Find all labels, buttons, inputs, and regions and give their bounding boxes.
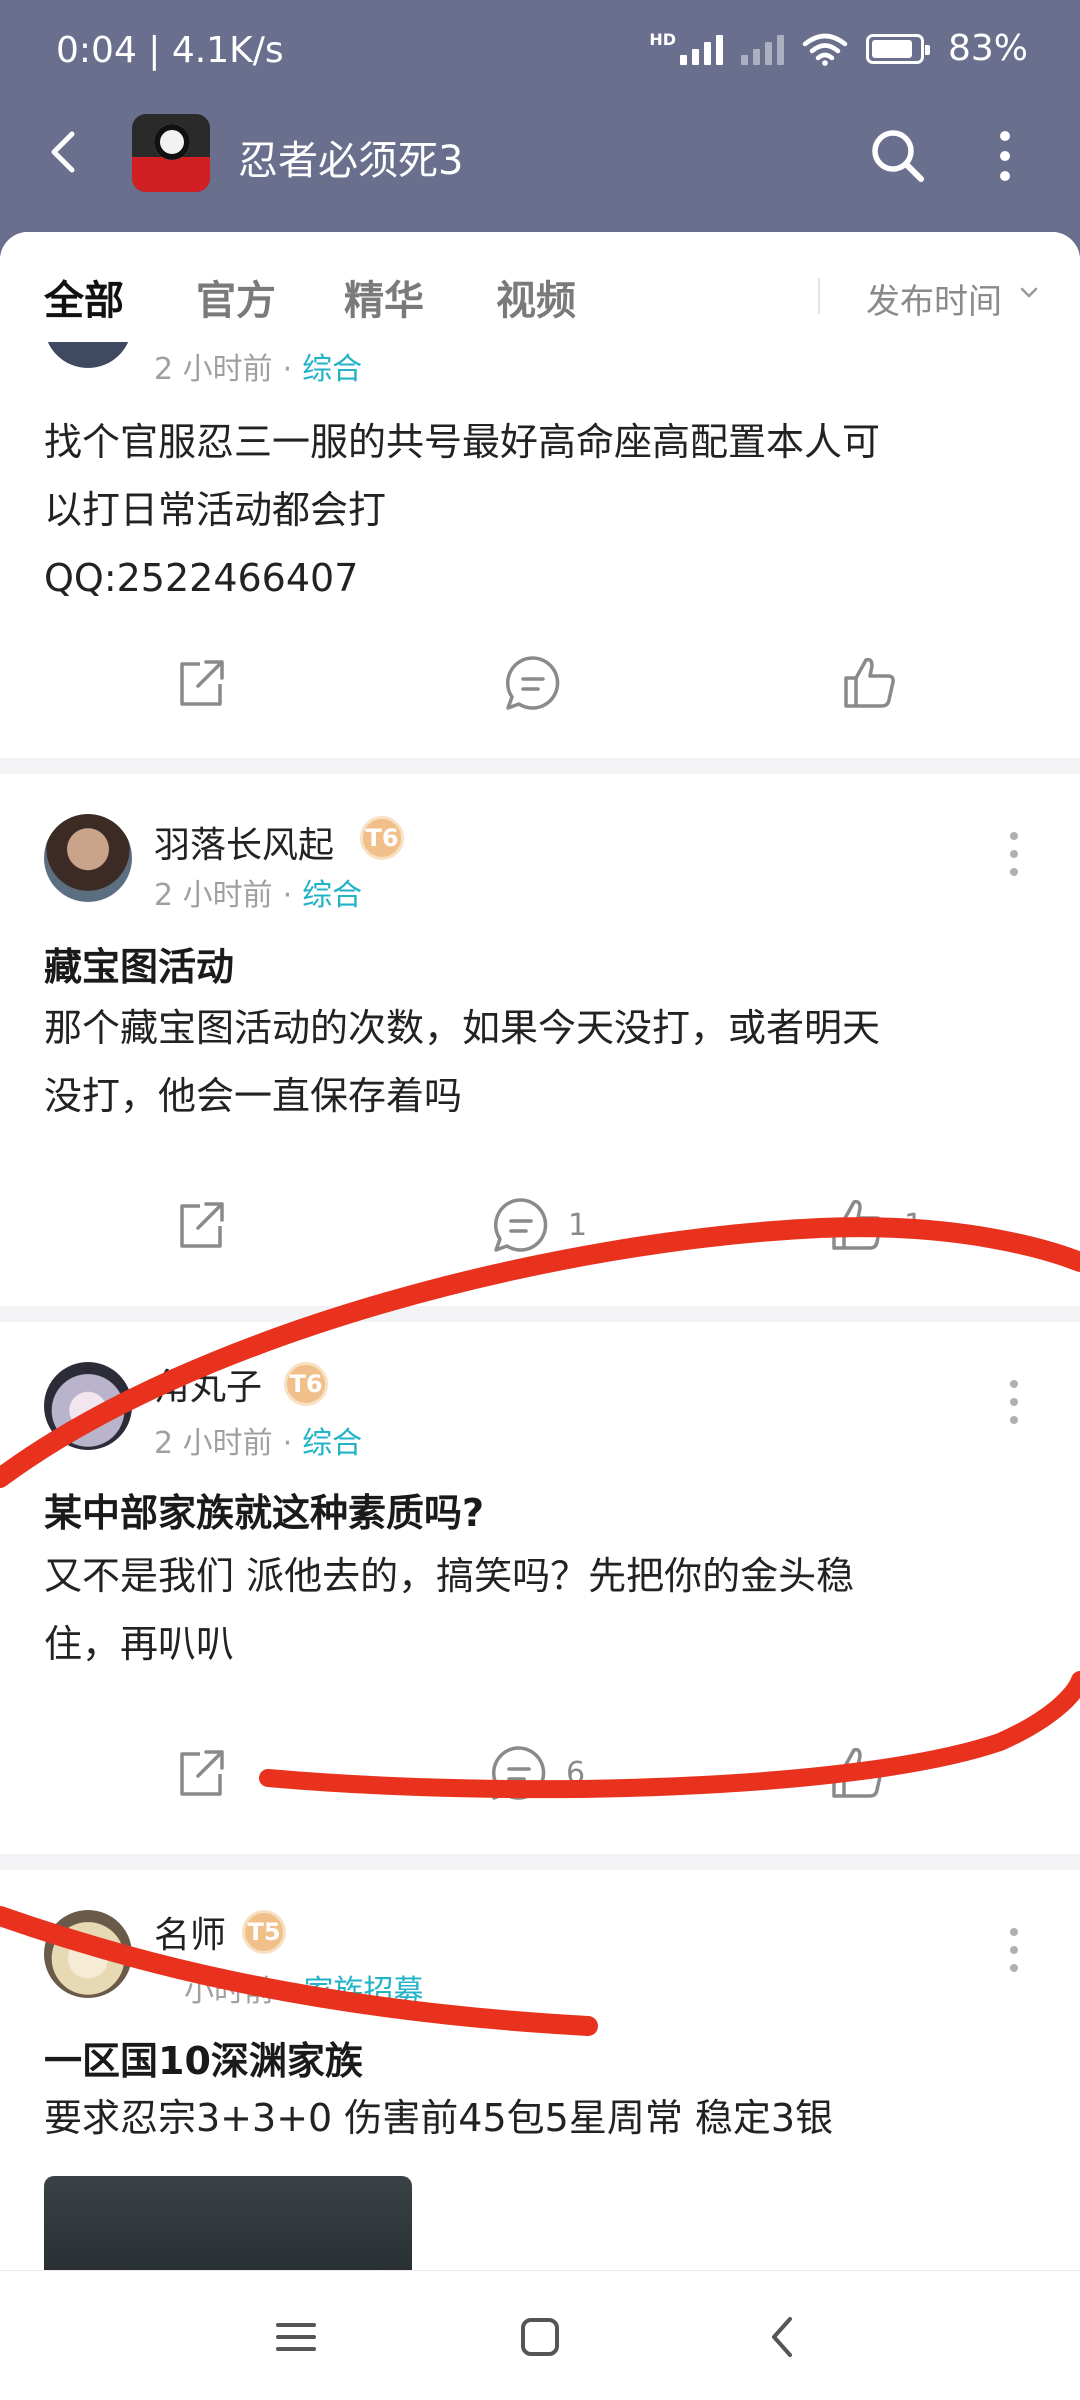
comment-button[interactable]: 1 [490,1194,587,1256]
post-time: 2 小时前 [154,878,273,913]
signal-2-icon [740,33,784,65]
status-bar: 0:04 | 4.1K/s HD 83% [0,0,1080,100]
avatar[interactable] [44,1362,132,1450]
more-vertical-icon[interactable] [1000,824,1028,884]
like-button[interactable]: 1 [826,1194,923,1256]
share-button[interactable] [170,1742,232,1804]
post-body-line: 又不是我们 派他去的，搞笑吗？先把你的金头稳 [44,1554,855,1598]
search-icon[interactable] [868,126,928,186]
username[interactable]: 羽落长风起 [154,816,334,868]
level-badge: T6 [360,816,404,860]
comment-button[interactable]: 6 [488,1742,585,1804]
post-time: 2 小时前 [154,352,273,387]
system-nav-bar [0,2270,1080,2400]
battery-level: 83% [947,28,1028,69]
post-title[interactable]: 一区国10深渊家族 [44,2030,363,2085]
tab-divider [818,278,820,314]
post-category[interactable]: 综合 [302,352,362,387]
post-title[interactable]: 某中部家族就这种素质吗? [44,1482,484,1537]
tab-all[interactable]: 全部 [44,268,124,326]
comment-icon [491,1746,546,1800]
post-body: 那个藏宝图活动的次数，如果今天没打，或者明天 没打，他会一直保存着吗 [44,994,1034,1130]
app-bar: 忍者必须死3 [0,100,1080,240]
signal-icon [679,33,723,65]
comment-icon [505,656,560,710]
sort-dropdown[interactable]: 发布时间 [866,274,1002,323]
status-time-speed: 0:04 | 4.1K/s [56,30,284,71]
home-icon[interactable] [510,2307,570,2367]
post-meta: 小时前 · 家族招募 [184,1974,424,2009]
username[interactable]: 角丸子 [154,1358,262,1410]
post-meta: 2 小时前 · 综合 [154,352,363,387]
status-icons: HD 83% [649,28,1028,69]
thumbs-up-icon [832,1747,883,1798]
post-card[interactable]: 名师 T5 小时前 · 家族招募 一区国10深渊家族 要求忍宗3+3+0 伤害前45… [0,1870,1080,2270]
game-logo[interactable] [132,114,210,192]
post-body-line: 那个藏宝图活动的次数，如果今天没打，或者明天 [44,1006,881,1050]
tab-featured[interactable]: 精华 [344,268,424,326]
post-category[interactable]: 家族招募 [304,1974,424,2009]
post-time: 2 小时前 [154,1426,273,1461]
post-time: 小时前 [184,1974,274,2009]
chevron-down-icon[interactable] [1018,282,1040,304]
comment-count: 6 [566,1755,586,1791]
tab-video[interactable]: 视频 [496,268,576,326]
level-badge: T6 [284,1362,328,1406]
post-body: 又不是我们 派他去的，搞笑吗？先把你的金头稳 住，再叭叭 [44,1542,1034,1678]
share-button[interactable] [170,1194,232,1256]
comment-button[interactable] [502,652,580,714]
share-button[interactable] [170,652,232,714]
post-body-line: 要求忍宗3+3+0 伤害前45包5星周常 稳定3银 [44,2096,834,2140]
like-button[interactable] [838,652,916,714]
level-badge: T5 [242,1910,286,1954]
hd-badge: HD [649,30,676,49]
post-body-line: 找个官服忍三一服的共号最好高命座高配置本人可 [44,420,881,464]
avatar[interactable] [44,814,132,902]
more-vertical-icon[interactable] [1000,1372,1028,1432]
comment-count: 1 [568,1207,588,1243]
post-card[interactable]: 角丸子 T6 2 小时前 · 综合 某中部家族就这种素质吗? 又不是我们 派他去的，… [0,1322,1080,1854]
battery-icon [865,33,930,64]
post-category[interactable]: 综合 [302,878,362,913]
post-body-line: 没打，他会一直保存着吗 [44,1074,463,1118]
post-body: 要求忍宗3+3+0 伤害前45包5星周常 稳定3银 [44,2084,1034,2152]
share-icon [180,660,224,706]
back-arrow-icon[interactable] [40,126,92,178]
share-icon [180,1750,224,1796]
comment-icon [493,1198,548,1252]
header: 0:04 | 4.1K/s HD 83% 忍者必须死3 [0,0,1080,240]
like-button[interactable] [826,1742,904,1804]
page-title: 忍者必须死3 [238,138,464,184]
thumbs-up-icon [832,1199,883,1250]
menu-icon[interactable] [266,2307,326,2367]
more-vertical-icon[interactable] [990,126,1020,186]
username[interactable]: 名师 [154,1906,226,1958]
post-body-line: 住，再叭叭 [44,1622,235,1666]
tab-bar: 全部 官方 精华 视频 发布时间 [0,232,1080,342]
post-body: 找个官服忍三一服的共号最好高命座高配置本人可 以打日常活动都会打 QQ:2522… [44,408,1034,612]
post-body-line: 以打日常活动都会打 [44,488,387,532]
post-meta: 2 小时前 · 综合 [154,1426,363,1461]
avatar[interactable] [44,1910,132,1998]
wifi-icon [802,33,848,66]
post-meta: 2 小时前 · 综合 [154,878,363,913]
post-title[interactable]: 藏宝图活动 [44,936,234,991]
thumbs-up-icon [844,657,895,708]
more-vertical-icon[interactable] [1000,1920,1028,1980]
like-count: 1 [904,1207,924,1243]
post-body-line: QQ:2522466407 [44,556,359,600]
content-area: 全部 官方 精华 视频 发布时间 2 小时前 · 综合 找个官服忍三一服的共号最好高… [0,232,1080,2270]
back-icon[interactable] [754,2307,814,2367]
share-icon [180,1202,224,1248]
tab-official[interactable]: 官方 [196,268,276,326]
post-category[interactable]: 综合 [302,1426,362,1461]
post-card[interactable]: 羽落长风起 T6 2 小时前 · 综合 藏宝图活动 那个藏宝图活动的次数，如果今天没… [0,774,1080,1306]
post-image[interactable] [44,2176,412,2270]
